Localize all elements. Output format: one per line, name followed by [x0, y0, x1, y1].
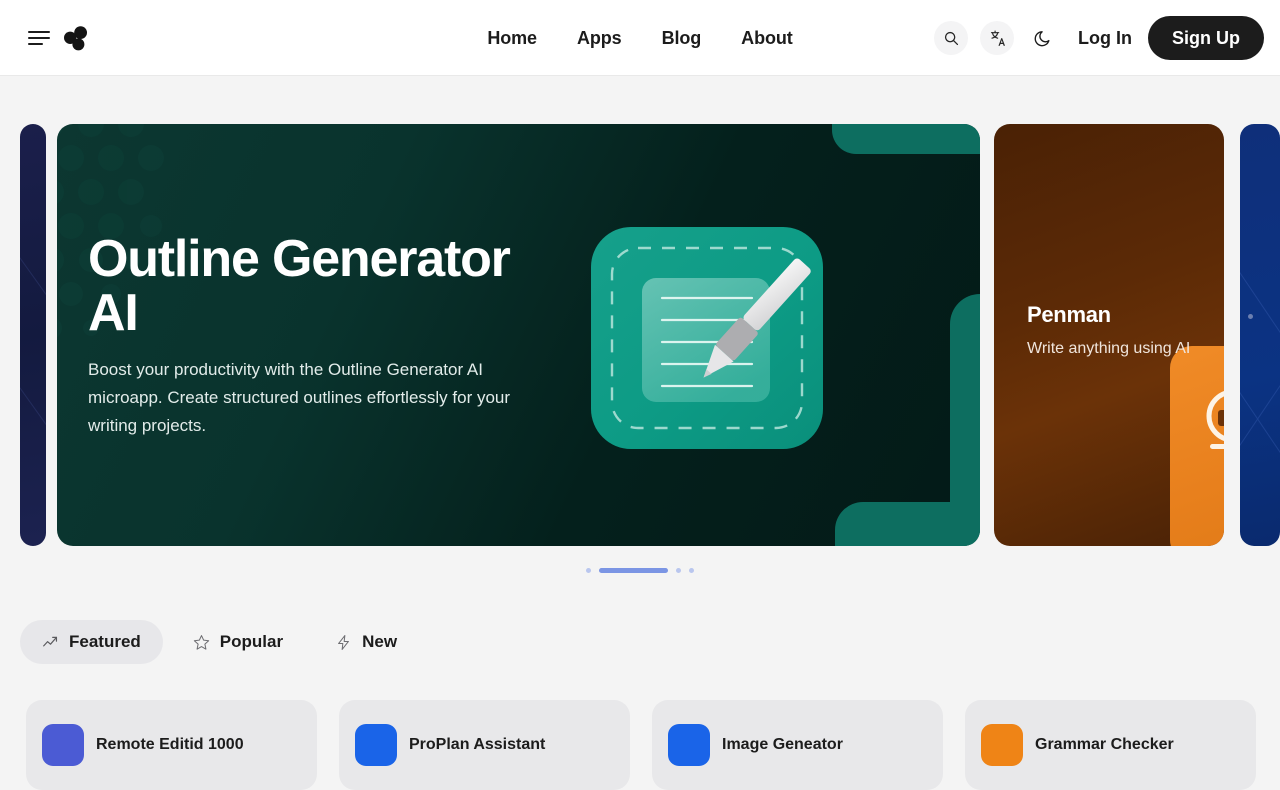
moon-icon	[1034, 31, 1050, 47]
app-card-title: Image Geneator	[722, 736, 843, 753]
header-actions: Log In Sign Up	[934, 0, 1264, 76]
app-card-title: Remote Editid 1000	[96, 736, 244, 753]
signup-button[interactable]: Sign Up	[1148, 16, 1264, 60]
filter-tab-new[interactable]: New	[313, 620, 419, 664]
sliver-pattern-icon	[20, 257, 46, 426]
login-link[interactable]: Log In	[1078, 28, 1132, 49]
filter-tab-label: Featured	[69, 632, 141, 651]
app-icon	[981, 724, 1023, 766]
nav-item-about[interactable]: About	[741, 28, 793, 49]
carousel-dot-4[interactable]	[689, 567, 694, 573]
search-icon	[944, 31, 958, 45]
hero-title: Outline Generator AI	[88, 230, 511, 343]
site-header: Home Apps Blog About Log In Sign Up	[0, 0, 1280, 76]
theme-toggle-button[interactable]	[1026, 21, 1060, 55]
hero-copy: Outline Generator AI Boost your producti…	[88, 232, 558, 440]
penman-title: Penman	[1027, 302, 1111, 327]
sliver-pattern-icon	[1240, 271, 1280, 454]
trending-up-icon	[43, 636, 58, 646]
app-icon	[355, 724, 397, 766]
app-icon	[42, 724, 84, 766]
star-icon	[193, 634, 209, 650]
sliver-dot	[1248, 314, 1253, 319]
app-icon	[668, 724, 710, 766]
carousel-slide-penman[interactable]: Penman Write anything using AI	[994, 124, 1224, 546]
penman-description: Write anything using AI	[1027, 340, 1191, 357]
nav-item-home[interactable]: Home	[487, 28, 537, 49]
app-card[interactable]: Grammar Checker	[965, 700, 1256, 790]
nav-item-apps[interactable]: Apps	[577, 28, 622, 49]
logo-svg	[64, 26, 87, 51]
carousel-dot-3[interactable]	[676, 567, 681, 573]
app-card[interactable]: Remote Editid 1000	[26, 700, 317, 790]
filter-tab-featured[interactable]: Featured	[20, 620, 163, 664]
carousel-slide-hero[interactable]: Outline Generator AI Boost your producti…	[57, 124, 980, 546]
lightning-icon	[338, 634, 350, 650]
carousel-indicators	[0, 564, 1280, 576]
app-card[interactable]: ProPlan Assistant	[339, 700, 630, 790]
hero-decor-shape-1	[832, 124, 980, 154]
app-card-title: Grammar Checker	[1035, 736, 1174, 753]
hero-description: Boost your productivity with the Outline…	[88, 360, 511, 436]
carousel-dot-1[interactable]	[586, 567, 591, 573]
hero-decor-shape-3	[835, 502, 980, 546]
app-card-title: ProPlan Assistant	[409, 736, 546, 753]
carousel-next-slide[interactable]	[1240, 124, 1280, 546]
notepad-with-pen-icon	[588, 216, 828, 456]
filter-tab-label: New	[362, 632, 398, 651]
app-carousel: Outline Generator AI Boost your producti…	[0, 124, 1280, 546]
penman-copy: Penman Write anything using AI	[1027, 302, 1190, 358]
three-circles-logo[interactable]	[62, 24, 90, 52]
carousel-dot-2[interactable]	[599, 567, 668, 573]
filter-tabs: Featured Popular New	[20, 620, 419, 664]
carousel-prev-slide[interactable]	[20, 124, 46, 546]
nav-item-blog[interactable]: Blog	[662, 28, 702, 49]
search-button[interactable]	[934, 21, 969, 55]
translate-icon	[990, 30, 1005, 46]
pen-circle-icon	[1190, 386, 1224, 472]
app-card[interactable]: Image Geneator	[652, 700, 943, 790]
hamburger-icon[interactable]	[28, 27, 50, 49]
language-button[interactable]	[980, 21, 1015, 55]
filter-tab-label: Popular	[219, 632, 284, 651]
filter-tab-popular[interactable]: Popular	[171, 620, 305, 664]
app-card-grid: Remote Editid 1000 ProPlan Assistant Ima…	[26, 700, 1256, 790]
